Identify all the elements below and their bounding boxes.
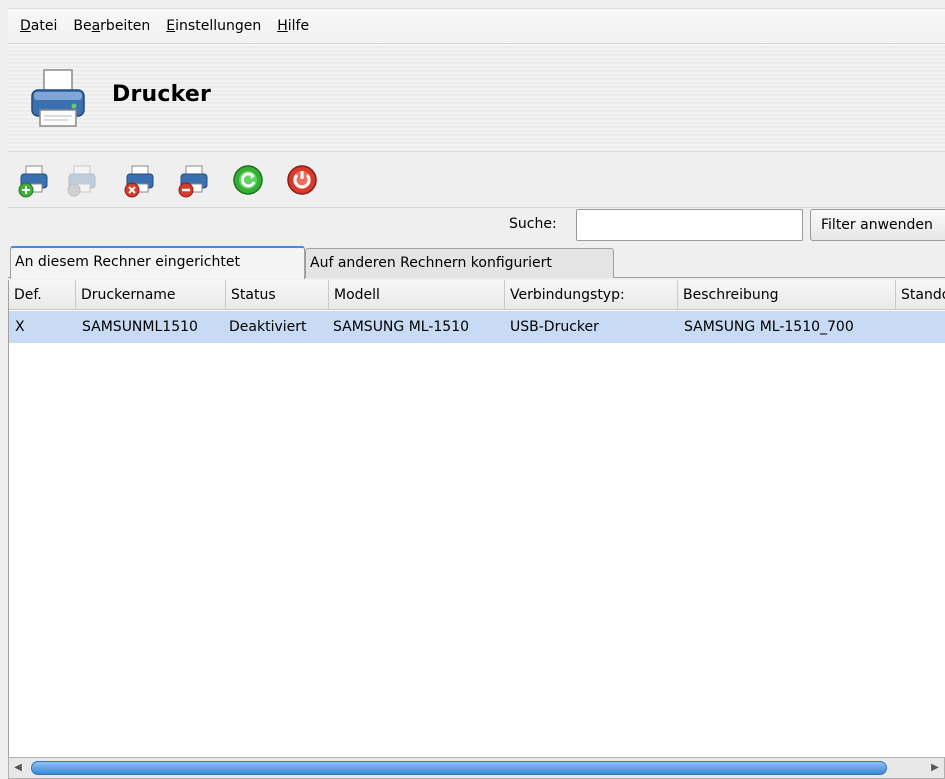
menu-bearbeiten-accelerator: a — [91, 18, 101, 34]
menu-datei[interactable]: Datei — [8, 8, 65, 44]
horizontal-scrollbar[interactable]: ◀ ▶ — [8, 757, 945, 779]
column-header-modell[interactable]: Modell — [329, 280, 505, 310]
disable-printer-icon[interactable] — [176, 162, 212, 198]
printer-settings-icon[interactable] — [64, 162, 100, 198]
menu-datei-text-post: atei — [30, 18, 58, 34]
printer-icon — [31, 69, 85, 127]
column-header-beschreibung[interactable]: Beschreibung — [678, 280, 896, 310]
search-label: Suche: — [509, 216, 557, 232]
search-bar: Suche: Filter anwenden — [8, 208, 945, 244]
cell-druckername: SAMSUNML1510 — [82, 319, 198, 335]
refresh-icon[interactable] — [230, 162, 266, 198]
tab-local-printers[interactable]: An diesem Rechner eingerichtet — [10, 246, 305, 279]
menu-einstellungen-accelerator: E — [166, 18, 176, 34]
header-banner: Drucker — [8, 44, 945, 152]
scroll-right-icon[interactable]: ▶ — [926, 758, 944, 778]
add-printer-icon[interactable] — [16, 162, 52, 198]
menu-bar: Datei Bearbeiten Einstellungen Hilfe — [8, 8, 945, 44]
cell-status: Deaktiviert — [229, 319, 307, 335]
menu-hilfe-accelerator: H — [277, 18, 288, 34]
scroll-left-icon[interactable]: ◀ — [9, 758, 27, 778]
delete-printer-icon[interactable] — [122, 162, 158, 198]
cell-verbindungstyp: USB-Drucker — [510, 319, 599, 335]
search-input[interactable] — [576, 209, 803, 241]
menu-einstellungen[interactable]: Einstellungen — [158, 8, 269, 44]
column-header-status[interactable]: Status — [226, 280, 329, 310]
cell-def: X — [15, 319, 25, 335]
menu-datei-accelerator: D — [20, 18, 31, 34]
scrollbar-thumb[interactable] — [31, 761, 887, 775]
table-row[interactable]: X SAMSUNML1510 Deaktiviert SAMSUNG ML-15… — [9, 311, 945, 343]
filter-button[interactable]: Filter anwenden — [810, 209, 945, 241]
column-header-druckername[interactable]: Druckername — [76, 280, 226, 310]
menu-bearbeiten-text-post: rbeiten — [100, 18, 151, 34]
menu-bearbeiten-text-pre: Be — [73, 18, 92, 34]
menu-hilfe-text-post: ilfe — [287, 18, 310, 34]
cell-modell: SAMSUNG ML-1510 — [333, 319, 470, 335]
menu-bearbeiten[interactable]: Bearbeiten — [65, 8, 158, 44]
menu-hilfe[interactable]: Hilfe — [269, 8, 317, 44]
tab-remote-printers[interactable]: Auf anderen Rechnern konfiguriert — [305, 248, 614, 278]
toolbar — [8, 152, 945, 208]
menu-einstellungen-text-post: instellungen — [175, 18, 262, 34]
cell-beschreibung: SAMSUNG ML-1510_700 — [684, 319, 854, 335]
cell-standort — [896, 311, 945, 343]
quit-icon[interactable] — [284, 162, 320, 198]
column-header-def[interactable]: Def. — [9, 280, 76, 310]
page-title: Drucker — [112, 82, 212, 107]
column-header-verbindungstyp[interactable]: Verbindungstyp: — [505, 280, 678, 310]
printer-table: Def. Druckername Status Modell Verbindun… — [8, 280, 945, 757]
column-header-standort[interactable]: Standort — [896, 280, 945, 310]
table-header: Def. Druckername Status Modell Verbindun… — [9, 280, 945, 310]
tab-bar: An diesem Rechner eingerichtet Auf ander… — [8, 246, 945, 279]
